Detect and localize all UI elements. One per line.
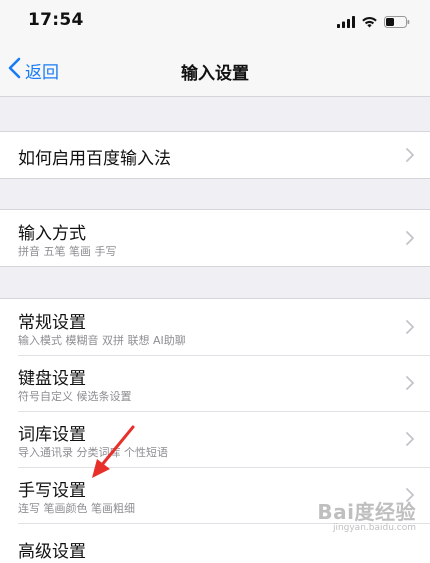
keyboard-settings-label: 键盘设置 — [18, 369, 86, 389]
lexicon-settings-subtitle: 导入通讯录 分类词库 个性短语 — [18, 446, 168, 459]
general-settings-label: 常规设置 — [18, 313, 86, 333]
keyboard-settings-subtitle: 符号自定义 候选条设置 — [18, 390, 132, 403]
input-method-section: 输入方式 拼音 五笔 笔画 手写 — [0, 209, 430, 267]
how-to-enable-label: 如何启用百度输入法 — [18, 149, 171, 169]
watermark-url: jingyan.baidu.com — [332, 523, 416, 533]
input-method-label: 输入方式 — [18, 224, 86, 244]
input-method-subtitle: 拼音 五笔 笔画 手写 — [18, 245, 117, 258]
help-section: 如何启用百度输入法 — [0, 131, 430, 179]
general-settings-subtitle: 输入模式 模糊音 双拼 联想 AI助聊 — [18, 334, 186, 347]
wifi-icon — [361, 13, 378, 32]
status-time: 17:54 — [28, 10, 84, 30]
watermark-logo: Bai度经验 — [317, 500, 416, 524]
handwriting-settings-subtitle: 连写 笔画颜色 笔画粗细 — [18, 502, 135, 515]
lexicon-settings-row[interactable]: 词库设置 导入通讯录 分类词库 个性短语 — [0, 411, 430, 467]
page-title: 输入设置 — [181, 64, 249, 84]
watermark: Bai度经验 jingyan.baidu.com — [317, 496, 416, 533]
input-method-row[interactable]: 输入方式 拼音 五笔 笔画 手写 — [0, 210, 430, 266]
battery-icon — [384, 13, 410, 32]
status-icons — [337, 14, 410, 30]
lexicon-settings-label: 词库设置 — [18, 425, 86, 445]
how-to-enable-row[interactable]: 如何启用百度输入法 — [0, 132, 430, 178]
signal-icon — [337, 13, 355, 32]
status-bar: 17:54 — [0, 0, 430, 44]
navigation-bar: 返回 输入设置 — [0, 44, 430, 97]
general-settings-row[interactable]: 常规设置 输入模式 模糊音 双拼 联想 AI助聊 — [0, 299, 430, 355]
handwriting-settings-label: 手写设置 — [18, 481, 86, 501]
keyboard-settings-row[interactable]: 键盘设置 符号自定义 候选条设置 — [0, 355, 430, 411]
